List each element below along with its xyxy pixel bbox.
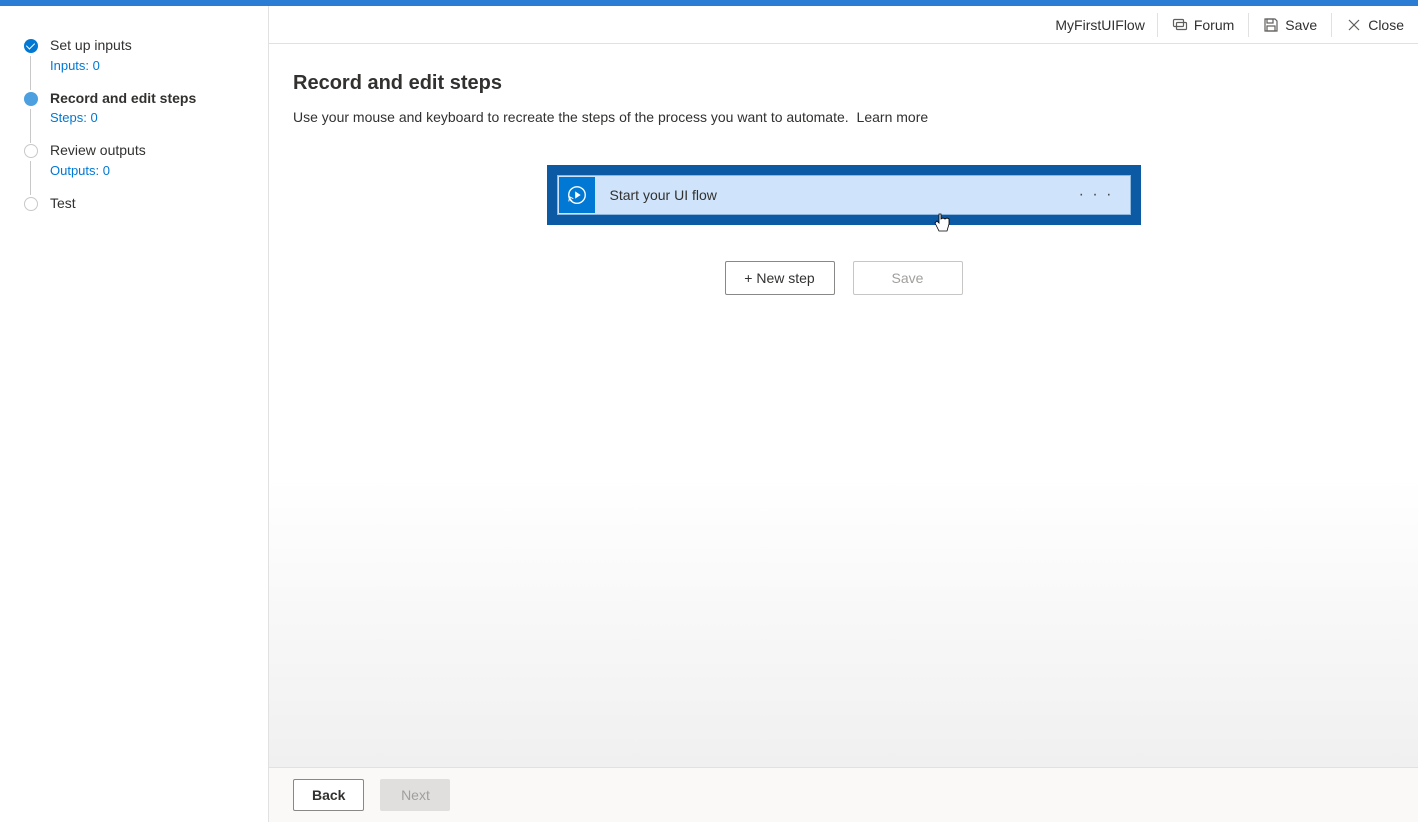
flow-card-more-button[interactable]: · · · [1063,186,1130,204]
wizard-step[interactable]: Review outputs Outputs: 0 [24,141,256,178]
next-button[interactable]: Next [380,779,450,811]
back-button[interactable]: Back [293,779,364,811]
step-subtitle[interactable]: Inputs: 0 [50,58,256,73]
main-content: Record and edit steps Use your mouse and… [269,44,1418,767]
step-title: Set up inputs [50,36,256,56]
step-title: Test [50,194,256,214]
page-description-text: Use your mouse and keyboard to recreate … [293,109,849,125]
forum-label: Forum [1194,17,1234,33]
close-button[interactable]: Close [1332,6,1418,43]
start-ui-flow-card[interactable]: Start your UI flow · · · [557,175,1131,215]
cursor-pointer-icon [933,212,951,234]
wizard-step[interactable]: Test [24,194,256,214]
flow-card-selection: Start your UI flow · · · [547,165,1141,225]
wizard-sidebar: Set up inputs Inputs: 0 Record and edit st… [0,6,269,822]
close-label: Close [1368,17,1404,33]
close-icon [1346,17,1362,33]
step-connector [30,161,31,195]
step-subtitle[interactable]: Steps: 0 [50,110,256,125]
wizard-step[interactable]: Record and edit stepsSteps: 0 [24,89,256,126]
play-icon [559,177,595,213]
step-marker-icon [24,92,38,106]
flow-card-container: Start your UI flow · · · [293,165,1394,225]
step-title: Record and edit steps [50,89,256,109]
action-buttons: + New step Save [293,261,1394,295]
step-subtitle[interactable]: Outputs: 0 [50,163,256,178]
page-title: Record and edit steps [293,72,1394,95]
wizard-footer: Back Next [269,767,1418,822]
save-button[interactable]: Save [1249,6,1331,43]
flow-title: MyFirstUIFlow [1043,17,1156,33]
save-icon [1263,17,1279,33]
step-marker-icon [24,197,38,211]
save-flow-button[interactable]: Save [853,261,963,295]
step-marker-icon [24,39,38,53]
page-description: Use your mouse and keyboard to recreate … [293,109,1394,125]
new-step-button[interactable]: + New step [725,261,835,295]
forum-icon [1172,17,1188,33]
learn-more-link[interactable]: Learn more [857,109,929,125]
flow-card-label: Start your UI flow [610,187,1063,203]
wizard-step[interactable]: Set up inputs Inputs: 0 [24,36,256,73]
step-connector [30,56,31,90]
forum-button[interactable]: Forum [1158,6,1248,43]
step-title: Review outputs [50,141,256,161]
step-connector [30,109,31,143]
save-label: Save [1285,17,1317,33]
step-marker-icon [24,144,38,158]
